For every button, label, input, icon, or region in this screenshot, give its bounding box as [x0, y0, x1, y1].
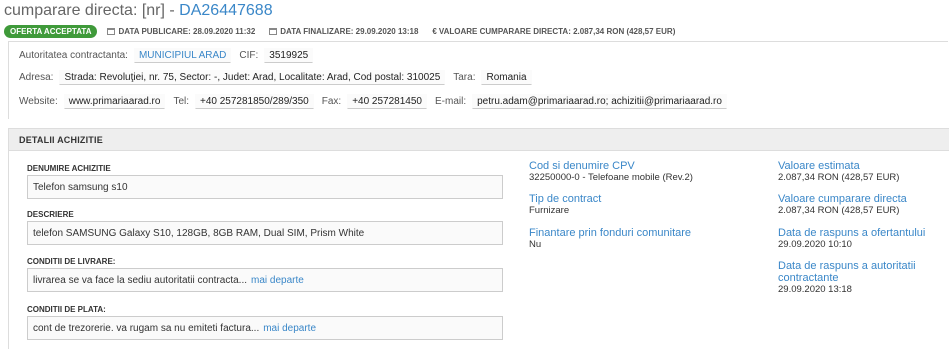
- address-line: Adresa: Strada: Revoluţiei, nr. 75, Sect…: [19, 70, 540, 85]
- website-value[interactable]: www.primariaarad.ro: [63, 94, 166, 109]
- estimated-value-value: 2.087,34 RON (428,57 EUR): [778, 172, 900, 183]
- bidder-response-value: 29.09.2020 10:10: [778, 239, 852, 250]
- eu-funds-value: Nu: [529, 239, 542, 250]
- bidder-response-label: Data de raspuns a ofertantului: [778, 227, 926, 239]
- estimated-value-info: Valoare estimata 2.087,34 RON (428,57 EU…: [778, 160, 899, 183]
- authority-line: Autoritatea contractanta: MUNICIPIUL ARA…: [19, 48, 321, 63]
- contract-type-info: Tip de contract Furnizare: [529, 193, 601, 216]
- contract-type-label: Tip de contract: [529, 193, 602, 205]
- authority-response-info: Data de raspuns a autoritatii contractan…: [778, 260, 946, 295]
- title-prefix: cumparare directa: [nr] -: [4, 2, 180, 19]
- cif-value: 3519925: [264, 48, 314, 63]
- details-section: DETALII ACHIZITIE DENUMIRE ACHIZITIE Tel…: [8, 128, 949, 349]
- livrare-more-link[interactable]: mai departe: [251, 275, 304, 286]
- denumire-value: Telefon samsung s10: [33, 181, 128, 193]
- euro-icon: €: [432, 26, 437, 36]
- tel-label: Tel:: [173, 96, 189, 107]
- cpv-value: 32250000-0 - Telefoane mobile (Rev.2): [529, 172, 693, 183]
- plata-field: cont de trezorerie. va rugam sa nu emite…: [27, 316, 503, 340]
- address-value: Strada: Revoluţiei, nr. 75, Sector: -, J…: [59, 70, 446, 85]
- publication-date: DATA PUBLICARE: 28.09.2020 11:32: [107, 27, 255, 36]
- fax-label: Fax:: [321, 96, 342, 107]
- finalization-date: DATA FINALIZARE: 29.09.2020 13:18: [269, 27, 418, 36]
- address-label: Adresa:: [19, 72, 54, 83]
- calendar-icon: [107, 27, 116, 35]
- email-label: E-mail:: [434, 96, 467, 107]
- plata-label: CONDITII DE PLATA:: [27, 305, 106, 314]
- country-label: Tara:: [453, 72, 476, 83]
- calendar-icon: [269, 27, 278, 35]
- purchase-value-text: VALOARE CUMPARARE DIRECTA: 2.087,34 RON …: [438, 26, 676, 36]
- direct-purchase-value-value: 2.087,34 RON (428,57 EUR): [778, 205, 900, 216]
- finalization-date-text: DATA FINALIZARE: 29.09.2020 13:18: [280, 26, 419, 36]
- descriere-field: telefon SAMSUNG Galaxy S10, 128GB, 8GB R…: [27, 221, 503, 245]
- procurement-code: DA26447688: [179, 2, 273, 19]
- tel-value: +40 257281850/289/350: [195, 94, 314, 109]
- direct-purchase-value-info: Valoare cumparare directa 2.087,34 RON (…: [778, 193, 907, 216]
- authority-label: Autoritatea contractanta:: [19, 50, 128, 61]
- contact-line: Website: www.primariaarad.ro Tel: +40 25…: [19, 94, 735, 109]
- section-title: DETALII ACHIZITIE: [9, 129, 949, 151]
- cpv-info: Cod si denumire CPV 32250000-0 - Telefoa…: [529, 160, 693, 183]
- authority-response-label: Data de raspuns a autoritatii contractan…: [778, 260, 916, 284]
- authority-info: Autoritatea contractanta: MUNICIPIUL ARA…: [8, 41, 948, 119]
- bidder-response-info: Data de raspuns a ofertantului 29.09.202…: [778, 227, 925, 250]
- descriere-value: telefon SAMSUNG Galaxy S10, 128GB, 8GB R…: [33, 227, 365, 239]
- descriere-label: DESCRIERE: [27, 210, 74, 219]
- eu-funds-label: Finantare prin fonduri comunitare: [529, 227, 692, 239]
- website-label: Website:: [19, 96, 58, 107]
- country-value: Romania: [481, 70, 532, 85]
- cif-label: CIF:: [239, 50, 259, 61]
- livrare-field: livrarea se va face la sediu autoritatii…: [27, 268, 503, 292]
- contract-type-value: Furnizare: [529, 205, 570, 216]
- purchase-value: € VALOARE CUMPARARE DIRECTA: 2.087,34 RO…: [432, 27, 675, 36]
- email-value[interactable]: petru.adam@primariaarad.ro; achizitii@pr…: [472, 94, 727, 109]
- plata-more-link[interactable]: mai departe: [263, 323, 316, 334]
- cpv-label: Cod si denumire CPV: [529, 160, 635, 172]
- livrare-value: livrarea se va face la sediu autoritatii…: [33, 274, 247, 286]
- estimated-value-label: Valoare estimata: [778, 160, 860, 172]
- publication-date-text: DATA PUBLICARE: 28.09.2020 11:32: [118, 26, 256, 36]
- meta-row: OFERTA ACCEPTATA DATA PUBLICARE: 28.09.2…: [4, 24, 689, 38]
- eu-funds-info: Finantare prin fonduri comunitare Nu: [529, 227, 691, 250]
- plata-value: cont de trezorerie. va rugam sa nu emite…: [33, 322, 260, 334]
- authority-response-value: 29.09.2020 13:18: [778, 284, 852, 295]
- page-title: cumparare directa: [nr] - DA26447688: [4, 2, 273, 20]
- denumire-field: Telefon samsung s10: [27, 175, 503, 199]
- direct-purchase-value-label: Valoare cumparare directa: [778, 193, 907, 205]
- denumire-label: DENUMIRE ACHIZITIE: [27, 164, 111, 173]
- fax-value: +40 257281450: [347, 94, 427, 109]
- livrare-label: CONDITII DE LIVRARE:: [27, 257, 116, 266]
- authority-link[interactable]: MUNICIPIUL ARAD: [133, 48, 232, 63]
- status-badge: OFERTA ACCEPTATA: [4, 24, 98, 38]
